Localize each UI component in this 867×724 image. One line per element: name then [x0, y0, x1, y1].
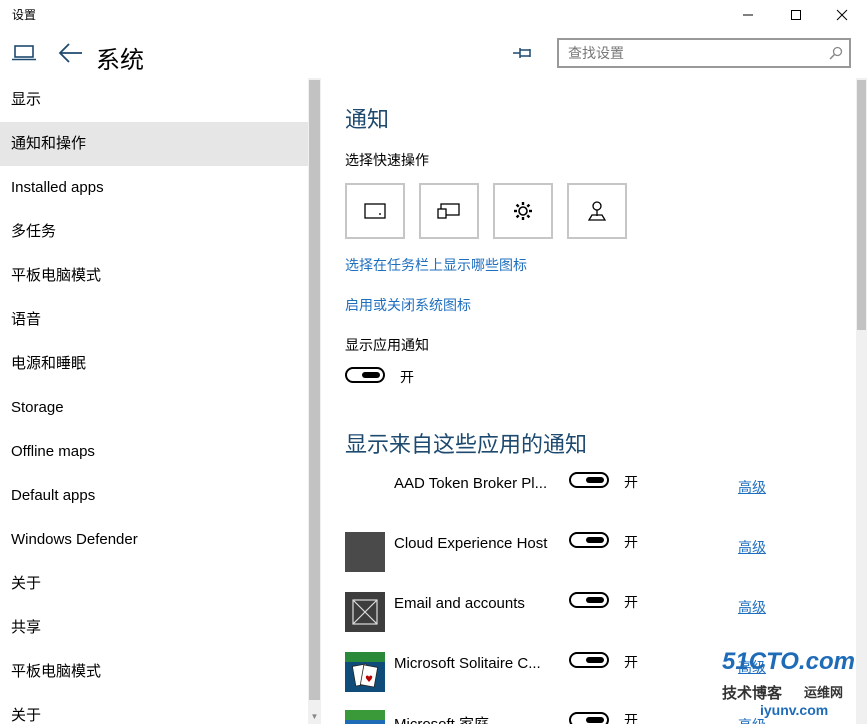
sidebar-item-offline-maps[interactable]: Offline maps: [0, 430, 308, 474]
section-heading-notifications: 通知: [345, 107, 390, 132]
sidebar-item-tablet-mode-2[interactable]: 平板电脑模式: [0, 650, 308, 694]
quick-actions-label: 选择快速操作: [345, 152, 429, 168]
sidebar-scroll-thumb[interactable]: [309, 80, 320, 700]
advanced-link[interactable]: 高级: [738, 537, 766, 557]
back-arrow-icon: [58, 43, 82, 63]
sidebar-item-windows-defender[interactable]: Windows Defender: [0, 518, 308, 562]
app-name: Cloud Experience Host: [394, 535, 548, 552]
toggle-state-text: 开: [624, 712, 638, 724]
toggle-state-text: 开: [624, 594, 638, 610]
app-notification-toggle[interactable]: [569, 532, 609, 548]
header: 系统: [0, 30, 867, 78]
title-bar: 设置: [0, 0, 867, 30]
app-name: Microsoft 家庭: [394, 713, 564, 724]
sidebar-item-multitasking[interactable]: 多任务: [0, 210, 308, 254]
show-app-notifications-toggle[interactable]: [345, 367, 385, 383]
minimize-icon: [743, 14, 753, 16]
apps-notifications-heading: 显示来自这些应用的通知: [345, 432, 588, 457]
app-name: AAD Token Broker Pl...: [394, 475, 548, 492]
maximize-icon: [791, 10, 801, 20]
solitaire-cards-icon: ♥: [345, 652, 385, 692]
sidebar-item-display[interactable]: 显示: [0, 78, 308, 122]
main-scroll-thumb[interactable]: [857, 80, 866, 330]
advanced-link[interactable]: 高级: [738, 477, 766, 497]
placeholder-x-icon: [345, 592, 385, 632]
search-input[interactable]: [568, 45, 818, 61]
main-scrollbar[interactable]: [856, 78, 867, 724]
toggle-state-text: 开: [624, 534, 638, 550]
search-icon[interactable]: [829, 46, 843, 65]
close-icon: [836, 9, 848, 21]
close-button[interactable]: [819, 0, 865, 30]
project-icon: [437, 203, 460, 219]
sidebar-nav: 显示 通知和操作 Installed apps 多任务 平板电脑模式 语音 电源…: [0, 78, 308, 724]
search-box[interactable]: [557, 38, 851, 68]
sidebar-item-speech[interactable]: 语音: [0, 298, 308, 342]
page-title: 系统: [96, 47, 144, 74]
sidebar-item-power-sleep[interactable]: 电源和睡眠: [0, 342, 308, 386]
main-content: 通知 选择快速操作 选择在任务栏上显示哪些图标 启用或关闭系统图标 显示应用通知…: [321, 78, 856, 724]
system-icons-link[interactable]: 启用或关闭系统图标: [345, 295, 471, 315]
svg-text:♥: ♥: [365, 675, 373, 685]
app-notification-toggle[interactable]: [569, 712, 609, 724]
quick-action-tablet-mode[interactable]: [345, 183, 405, 239]
maximize-button[interactable]: [773, 0, 819, 30]
pin-icon: [513, 48, 531, 58]
window-title: 设置: [12, 8, 37, 22]
sidebar-item-storage[interactable]: Storage: [0, 386, 308, 430]
quick-action-project[interactable]: [419, 183, 479, 239]
scroll-down-arrow-icon[interactable]: ▼: [308, 710, 321, 724]
watermark-line1: 51CTO.com: [722, 648, 855, 675]
sidebar-item-installed-apps[interactable]: Installed apps: [0, 166, 308, 210]
family-app-icon: [345, 710, 385, 724]
watermark-line2: 技术博客: [722, 685, 783, 702]
pin-button[interactable]: [512, 46, 534, 65]
laptop-icon: [12, 44, 36, 67]
app-name: Email and accounts: [394, 595, 525, 612]
tablet-mode-icon: [364, 203, 386, 219]
app-notification-toggle[interactable]: [569, 592, 609, 608]
app-row: Email and accounts 开 高级: [321, 592, 856, 640]
sidebar-item-tablet-mode[interactable]: 平板电脑模式: [0, 254, 308, 298]
sidebar-item-about[interactable]: 关于: [0, 562, 308, 606]
quick-action-settings[interactable]: [493, 183, 553, 239]
toggle-state-text: 开: [624, 474, 638, 490]
toggle-state-text: 开: [624, 654, 638, 670]
sidebar-scrollbar[interactable]: ▼: [308, 78, 321, 724]
app-row: AAD Token Broker Pl... 开 高级: [321, 472, 856, 520]
watermark-line3: 运维网: [804, 685, 844, 700]
taskbar-icons-link[interactable]: 选择在任务栏上显示哪些图标: [345, 255, 527, 275]
app-name: Microsoft Solitaire C...: [394, 655, 541, 672]
app-row: Cloud Experience Host 开 高级: [321, 532, 856, 580]
app-notification-toggle[interactable]: [569, 652, 609, 668]
quick-action-location[interactable]: [567, 183, 627, 239]
dark-square-icon: [345, 532, 385, 572]
toggle-state-text: 开: [400, 369, 414, 385]
sidebar-item-sharing[interactable]: 共享: [0, 606, 308, 650]
site-watermark: 51CTO.com 技术博客 运维网 iyunv.com: [712, 648, 862, 724]
watermark-line4: iyunv.com: [760, 702, 829, 718]
sidebar-item-default-apps[interactable]: Default apps: [0, 474, 308, 518]
location-icon: [587, 201, 607, 221]
minimize-button[interactable]: [725, 0, 771, 30]
app-notification-toggle[interactable]: [569, 472, 609, 488]
settings-gear-icon: [514, 202, 532, 220]
back-button[interactable]: [58, 42, 84, 69]
sidebar-item-notifications[interactable]: 通知和操作: [0, 122, 308, 166]
show-app-notifications-label: 显示应用通知: [345, 337, 429, 353]
advanced-link[interactable]: 高级: [738, 597, 766, 617]
sidebar-item-about-2[interactable]: 关于: [0, 694, 308, 724]
